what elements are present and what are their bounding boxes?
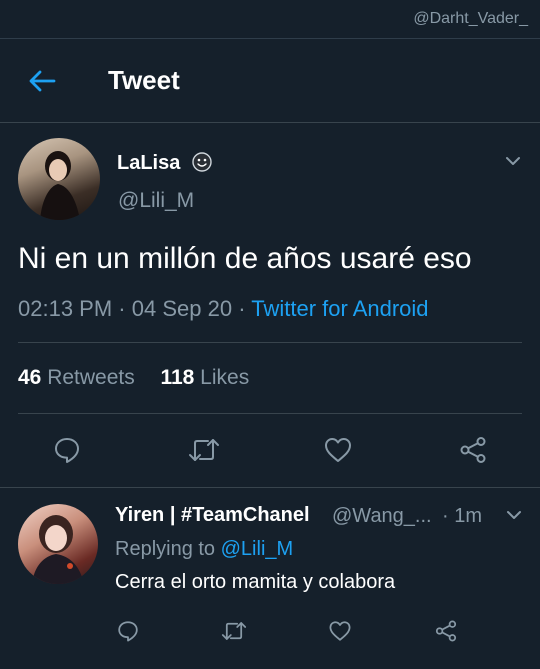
separator: ·	[238, 296, 252, 321]
reply-icon	[55, 438, 79, 463]
like-button[interactable]	[324, 615, 356, 647]
reply-text: Cerra el orto mamita y colabora	[115, 571, 396, 593]
header: Tweet	[0, 39, 540, 123]
reply-button[interactable]	[47, 430, 87, 470]
watermark: @Darht_Vader_	[413, 10, 528, 27]
tweet-text: Ni en un millón de años usaré eso	[18, 242, 472, 275]
avatar[interactable]	[18, 504, 98, 584]
tweet-time: 02:13 PM	[18, 296, 113, 321]
tweet-meta: 02:13 PM · 04 Sep 20 · Twitter for Andro…	[18, 296, 429, 322]
tweet-source-link[interactable]: Twitter for Android	[251, 296, 428, 321]
like-button[interactable]	[318, 430, 358, 470]
avatar-image	[32, 515, 84, 584]
retweet-button[interactable]	[184, 430, 224, 470]
share-button[interactable]	[453, 430, 493, 470]
divider	[0, 487, 540, 488]
likes-stat[interactable]: 118 Likes	[160, 366, 249, 389]
like-icon	[329, 621, 351, 641]
divider	[18, 342, 522, 343]
tweet-date: 04 Sep 20	[131, 296, 233, 321]
avatar[interactable]	[18, 138, 100, 220]
separator: ·	[442, 505, 455, 527]
replying-to-mention[interactable]: @Lili_M	[221, 538, 294, 560]
replying-to: Replying to @Lili_M	[115, 538, 293, 561]
reply-author-name[interactable]: Yiren | #TeamChanel	[115, 504, 310, 527]
share-icon	[460, 437, 486, 463]
retweets-label: Retweets	[47, 366, 135, 389]
retweet-icon	[221, 622, 247, 640]
like-icon	[325, 438, 351, 462]
reply-button[interactable]	[112, 615, 144, 647]
replying-to-label: Replying to	[115, 538, 216, 560]
reply-time: · 1m	[442, 505, 482, 528]
back-button[interactable]	[22, 61, 62, 101]
avatar-image	[40, 151, 80, 220]
chevron-down-icon[interactable]	[503, 151, 523, 171]
share-icon	[435, 620, 457, 642]
page-title: Tweet	[108, 65, 180, 95]
chevron-down-icon[interactable]	[504, 505, 524, 525]
likes-label: Likes	[200, 366, 250, 389]
separator: ·	[118, 296, 132, 321]
author-name[interactable]: LaLisa	[117, 152, 180, 175]
back-arrow-icon	[29, 70, 56, 92]
tweet-stats: 46 Retweets 118 Likes	[18, 366, 249, 390]
likes-count: 118	[160, 366, 195, 389]
smiley-emoji-icon	[192, 152, 212, 172]
divider	[18, 413, 522, 414]
retweets-count: 46	[18, 366, 42, 389]
reply-author-handle[interactable]: @Wang_...	[332, 505, 432, 528]
reply-time-value: 1m	[454, 505, 483, 527]
retweet-icon	[189, 439, 219, 461]
watermark-bar: @Darht_Vader_	[0, 0, 540, 38]
retweet-button[interactable]	[218, 615, 250, 647]
retweets-stat[interactable]: 46 Retweets	[18, 366, 135, 389]
divider	[0, 122, 540, 123]
author-handle[interactable]: @Lili_M	[118, 189, 194, 213]
reply-icon	[118, 621, 138, 642]
share-button[interactable]	[430, 615, 462, 647]
